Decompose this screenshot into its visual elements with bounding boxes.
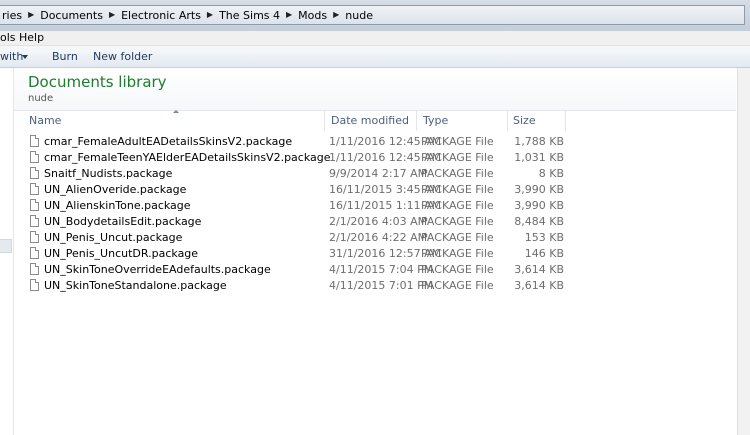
breadcrumb-item-libraries[interactable]: ries [2, 9, 22, 22]
breadcrumb-item-the-sims-4[interactable]: The Sims 4 [219, 9, 280, 22]
column-divider[interactable] [416, 111, 417, 131]
file-name: UN_SkinToneOverrideEAdefaults.package [44, 263, 271, 276]
file-row[interactable]: UN_SkinToneStandalone.package 4/11/2015 … [14, 278, 736, 294]
column-header-name[interactable]: Name [28, 111, 61, 131]
file-row[interactable]: UN_AlienskinTone.package 16/11/2015 1:11… [14, 198, 736, 214]
breadcrumb-item-mods[interactable]: Mods [298, 9, 327, 22]
chevron-right-icon[interactable]: ▶ [333, 11, 339, 19]
file-date-modified: 4/11/2015 7:04 PM [329, 263, 434, 276]
file-name: cmar_FemaleTeenYAElderEADetailsSkinsV2.p… [44, 151, 331, 164]
file-row[interactable]: UN_Penis_UncutDR.package 31/1/2016 12:57… [14, 246, 736, 262]
file-size: 3,614 KB [514, 279, 564, 292]
vertical-scrollbar[interactable] [737, 68, 750, 435]
new-folder-button[interactable]: New folder [93, 50, 152, 63]
breadcrumb-item-electronic-arts[interactable]: Electronic Arts [121, 9, 201, 22]
address-bar: ries ▶ Documents ▶ Electronic Arts ▶ The… [0, 0, 750, 31]
file-type: PACKAGE File [421, 199, 494, 212]
file-name: UN_Penis_UncutDR.package [44, 247, 199, 260]
file-size: 1,788 KB [514, 135, 564, 148]
file-size: 3,614 KB [514, 263, 564, 276]
nav-selected-item[interactable] [0, 239, 12, 253]
file-size: 153 KB [524, 231, 564, 244]
file-row[interactable]: cmar_FemaleAdultEADetailsSkinsV2.package… [14, 134, 736, 150]
file-name: cmar_FemaleAdultEADetailsSkinsV2.package [44, 135, 293, 148]
document-file-icon [30, 151, 39, 163]
navigation-pane[interactable] [0, 68, 14, 435]
file-row[interactable]: UN_Penis_Uncut.package 2/1/2016 4:22 AM … [14, 230, 736, 246]
file-name: Snaitf_Nudists.package [44, 167, 173, 180]
file-row[interactable]: UN_BodydetailsEdit.package 2/1/2016 4:03… [14, 214, 736, 230]
file-type: PACKAGE File [421, 215, 494, 228]
menu-bar: ols Help [0, 31, 750, 46]
column-header-row: Name Date modified Type Size [14, 110, 736, 131]
file-type: PACKAGE File [421, 135, 494, 148]
file-row[interactable]: UN_SkinToneOverrideEAdefaults.package 4/… [14, 262, 736, 278]
file-date-modified: 4/11/2015 7:01 PM [329, 279, 434, 292]
file-type: PACKAGE File [421, 263, 494, 276]
document-file-icon [30, 199, 39, 211]
file-type: PACKAGE File [421, 183, 494, 196]
chevron-down-icon[interactable] [22, 55, 28, 59]
file-type: PACKAGE File [421, 167, 494, 180]
file-size: 3,990 KB [514, 183, 564, 196]
file-row[interactable]: Snaitf_Nudists.package 9/9/2014 2:17 AM … [14, 166, 736, 182]
file-row[interactable]: cmar_FemaleTeenYAElderEADetailsSkinsV2.p… [14, 150, 736, 166]
document-file-icon [30, 231, 39, 243]
file-type: PACKAGE File [421, 151, 494, 164]
column-divider[interactable] [507, 111, 508, 131]
file-size: 8 KB [538, 167, 564, 180]
file-name: UN_Penis_Uncut.package [44, 231, 183, 244]
column-divider[interactable] [565, 111, 566, 131]
sort-ascending-icon [173, 110, 179, 113]
file-type: PACKAGE File [421, 231, 494, 244]
document-file-icon [30, 167, 39, 179]
file-size: 3,990 KB [514, 199, 564, 212]
document-file-icon [30, 183, 39, 195]
column-header-type[interactable]: Type [422, 111, 448, 131]
chevron-right-icon[interactable]: ▶ [207, 11, 213, 19]
breadcrumb-item-documents[interactable]: Documents [40, 9, 103, 22]
column-header-size[interactable]: Size [512, 111, 536, 131]
file-type: PACKAGE File [421, 247, 494, 260]
document-file-icon [30, 279, 39, 291]
breadcrumb[interactable]: ries ▶ Documents ▶ Electronic Arts ▶ The… [0, 5, 745, 25]
column-header-date-modified[interactable]: Date modified [330, 111, 409, 131]
file-name: UN_BodydetailsEdit.package [44, 215, 202, 228]
chevron-right-icon[interactable]: ▶ [109, 11, 115, 19]
library-header: Documents library nude [14, 68, 736, 111]
file-type: PACKAGE File [421, 279, 494, 292]
breadcrumb-item-current[interactable]: nude [345, 9, 373, 22]
chevron-right-icon[interactable]: ▶ [28, 11, 34, 19]
command-bar: with Burn New folder [0, 46, 750, 68]
file-size: 146 KB [524, 247, 564, 260]
library-title: Documents library [28, 73, 167, 91]
file-name: UN_AlienOveride.package [44, 183, 187, 196]
share-with-button[interactable]: with [0, 50, 23, 63]
file-date-modified: 2/1/2016 4:03 AM [329, 215, 428, 228]
file-size: 1,031 KB [514, 151, 564, 164]
file-size: 8,484 KB [514, 215, 564, 228]
document-file-icon [30, 263, 39, 275]
library-subtitle: nude [28, 93, 54, 104]
chevron-right-icon[interactable]: ▶ [286, 11, 292, 19]
document-file-icon [30, 135, 39, 147]
file-name: UN_SkinToneStandalone.package [44, 279, 227, 292]
column-divider[interactable] [324, 111, 325, 131]
menu-tools[interactable]: ols [0, 31, 16, 45]
document-file-icon [30, 247, 39, 259]
file-date-modified: 9/9/2014 2:17 AM [329, 167, 428, 180]
burn-button[interactable]: Burn [52, 50, 78, 63]
file-row[interactable]: UN_AlienOveride.package 16/11/2015 3:45 … [14, 182, 736, 198]
document-file-icon [30, 215, 39, 227]
menu-help[interactable]: Help [19, 31, 44, 45]
file-date-modified: 2/1/2016 4:22 AM [329, 231, 428, 244]
file-name: UN_AlienskinTone.package [44, 199, 191, 212]
